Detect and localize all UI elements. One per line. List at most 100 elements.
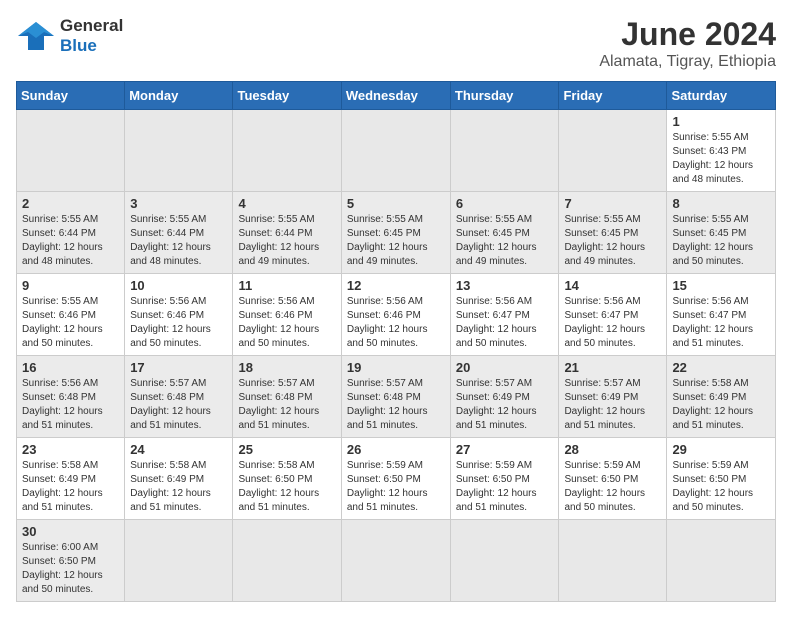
calendar-cell: 9Sunrise: 5:55 AMSunset: 6:46 PMDaylight…	[17, 274, 125, 356]
calendar-cell: 20 Sunrise: 5:57 AMSunset: 6:49 PMDayligh…	[450, 356, 559, 438]
calendar-cell	[17, 110, 125, 192]
day-number: 21	[564, 360, 661, 375]
day-info: Sunrise: 5:55 AMSunset: 6:45 PMDaylight:…	[672, 213, 770, 269]
day-info: Sunrise: 5:56 AMSunset: 6:47 PMDaylight:…	[456, 295, 554, 351]
calendar-cell: 8 Sunrise: 5:55 AMSunset: 6:45 PMDaylight…	[667, 192, 776, 274]
calendar-cell: 14 Sunrise: 5:56 AMSunset: 6:47 PMDayligh…	[559, 274, 667, 356]
day-info: Sunrise: 5:59 AMSunset: 6:50 PMDaylight:…	[564, 459, 661, 515]
week-row-3: 9Sunrise: 5:55 AMSunset: 6:46 PMDaylight…	[17, 274, 776, 356]
day-number: 6	[456, 196, 554, 211]
col-header-wednesday: Wednesday	[341, 82, 450, 110]
day-number: 19	[347, 360, 445, 375]
day-number: 7	[564, 196, 661, 211]
day-number: 13	[456, 278, 554, 293]
col-header-saturday: Saturday	[667, 82, 776, 110]
day-number: 23	[22, 442, 119, 457]
calendar-cell: 5Sunrise: 5:55 AMSunset: 6:45 PMDaylight…	[341, 192, 450, 274]
calendar-cell	[450, 110, 559, 192]
day-number: 18	[238, 360, 335, 375]
col-header-thursday: Thursday	[450, 82, 559, 110]
day-number: 8	[672, 196, 770, 211]
calendar-cell	[559, 520, 667, 602]
calendar-cell: 17Sunrise: 5:57 AMSunset: 6:48 PMDayligh…	[125, 356, 233, 438]
calendar-cell	[125, 520, 233, 602]
day-info: Sunrise: 5:56 AMSunset: 6:47 PMDaylight:…	[564, 295, 661, 351]
page-header: General Blue June 2024 Alamata, Tigray, …	[16, 16, 776, 71]
day-info: Sunrise: 5:56 AMSunset: 6:46 PMDaylight:…	[347, 295, 445, 351]
logo: General Blue	[16, 16, 123, 57]
week-row-5: 23 Sunrise: 5:58 AMSunset: 6:49 PMDayligh…	[17, 438, 776, 520]
calendar-cell: 27 Sunrise: 5:59 AMSunset: 6:50 PMDayligh…	[450, 438, 559, 520]
logo-icon	[16, 18, 56, 54]
col-header-tuesday: Tuesday	[233, 82, 341, 110]
day-info: Sunrise: 5:55 AMSunset: 6:45 PMDaylight:…	[456, 213, 554, 269]
month-title: June 2024	[599, 16, 776, 53]
location-subtitle: Alamata, Tigray, Ethiopia	[599, 53, 776, 71]
day-info: Sunrise: 5:55 AMSunset: 6:45 PMDaylight:…	[564, 213, 661, 269]
day-info: Sunrise: 5:58 AMSunset: 6:49 PMDaylight:…	[22, 459, 119, 515]
day-info: Sunrise: 5:57 AMSunset: 6:49 PMDaylight:…	[456, 377, 554, 433]
day-number: 2	[22, 196, 119, 211]
calendar-cell: 10 Sunrise: 5:56 AMSunset: 6:46 PMDayligh…	[125, 274, 233, 356]
calendar-cell: 7 Sunrise: 5:55 AMSunset: 6:45 PMDaylight…	[559, 192, 667, 274]
calendar-cell: 6 Sunrise: 5:55 AMSunset: 6:45 PMDaylight…	[450, 192, 559, 274]
calendar-cell: 18Sunrise: 5:57 AMSunset: 6:48 PMDayligh…	[233, 356, 341, 438]
calendar-cell	[125, 110, 233, 192]
calendar-cell: 11Sunrise: 5:56 AMSunset: 6:46 PMDayligh…	[233, 274, 341, 356]
day-info: Sunrise: 5:57 AMSunset: 6:48 PMDaylight:…	[347, 377, 445, 433]
day-number: 1	[672, 114, 770, 129]
calendar-cell	[341, 110, 450, 192]
calendar-cell: 1Sunrise: 5:55 AMSunset: 6:43 PMDaylight…	[667, 110, 776, 192]
day-info: Sunrise: 5:58 AMSunset: 6:50 PMDaylight:…	[238, 459, 335, 515]
calendar-header-row: SundayMondayTuesdayWednesdayThursdayFrid…	[17, 82, 776, 110]
calendar-cell: 19 Sunrise: 5:57 AMSunset: 6:48 PMDayligh…	[341, 356, 450, 438]
day-info: Sunrise: 5:55 AMSunset: 6:45 PMDaylight:…	[347, 213, 445, 269]
calendar-cell: 16 Sunrise: 5:56 AMSunset: 6:48 PMDayligh…	[17, 356, 125, 438]
col-header-sunday: Sunday	[17, 82, 125, 110]
day-number: 10	[130, 278, 227, 293]
calendar-cell	[341, 520, 450, 602]
logo-text: General Blue	[60, 16, 123, 57]
week-row-4: 16 Sunrise: 5:56 AMSunset: 6:48 PMDayligh…	[17, 356, 776, 438]
col-header-friday: Friday	[559, 82, 667, 110]
col-header-monday: Monday	[125, 82, 233, 110]
day-info: Sunrise: 5:59 AMSunset: 6:50 PMDaylight:…	[672, 459, 770, 515]
calendar-cell	[450, 520, 559, 602]
calendar-cell	[233, 110, 341, 192]
week-row-2: 2 Sunrise: 5:55 AMSunset: 6:44 PMDaylight…	[17, 192, 776, 274]
day-number: 29	[672, 442, 770, 457]
calendar-cell: 30Sunrise: 6:00 AMSunset: 6:50 PMDayligh…	[17, 520, 125, 602]
day-number: 3	[130, 196, 227, 211]
calendar-cell: 2Sunrise: 5:55 AMSunset: 6:44 PMDaylight…	[17, 192, 125, 274]
day-number: 28	[564, 442, 661, 457]
day-number: 22	[672, 360, 770, 375]
calendar-cell	[559, 110, 667, 192]
day-info: Sunrise: 5:56 AMSunset: 6:47 PMDaylight:…	[672, 295, 770, 351]
calendar-table: SundayMondayTuesdayWednesdayThursdayFrid…	[16, 81, 776, 602]
calendar-cell: 26 Sunrise: 5:59 AMSunset: 6:50 PMDayligh…	[341, 438, 450, 520]
day-info: Sunrise: 5:56 AMSunset: 6:48 PMDaylight:…	[22, 377, 119, 433]
calendar-cell	[233, 520, 341, 602]
calendar-cell: 22 Sunrise: 5:58 AMSunset: 6:49 PMDayligh…	[667, 356, 776, 438]
calendar-cell: 23 Sunrise: 5:58 AMSunset: 6:49 PMDayligh…	[17, 438, 125, 520]
day-info: Sunrise: 5:58 AMSunset: 6:49 PMDaylight:…	[130, 459, 227, 515]
calendar-cell: 29 Sunrise: 5:59 AMSunset: 6:50 PMDayligh…	[667, 438, 776, 520]
day-info: Sunrise: 5:59 AMSunset: 6:50 PMDaylight:…	[456, 459, 554, 515]
calendar-cell: 21 Sunrise: 5:57 AMSunset: 6:49 PMDayligh…	[559, 356, 667, 438]
day-number: 30	[22, 524, 119, 539]
day-info: Sunrise: 5:56 AMSunset: 6:46 PMDaylight:…	[130, 295, 227, 351]
day-info: Sunrise: 5:55 AMSunset: 6:44 PMDaylight:…	[130, 213, 227, 269]
day-number: 16	[22, 360, 119, 375]
calendar-cell: 28 Sunrise: 5:59 AMSunset: 6:50 PMDayligh…	[559, 438, 667, 520]
day-number: 27	[456, 442, 554, 457]
day-number: 20	[456, 360, 554, 375]
calendar-cell: 4Sunrise: 5:55 AMSunset: 6:44 PMDaylight…	[233, 192, 341, 274]
day-info: Sunrise: 5:58 AMSunset: 6:49 PMDaylight:…	[672, 377, 770, 433]
day-number: 12	[347, 278, 445, 293]
day-number: 14	[564, 278, 661, 293]
day-number: 26	[347, 442, 445, 457]
day-info: Sunrise: 5:55 AMSunset: 6:46 PMDaylight:…	[22, 295, 119, 351]
day-info: Sunrise: 5:59 AMSunset: 6:50 PMDaylight:…	[347, 459, 445, 515]
day-info: Sunrise: 5:57 AMSunset: 6:49 PMDaylight:…	[564, 377, 661, 433]
day-number: 15	[672, 278, 770, 293]
